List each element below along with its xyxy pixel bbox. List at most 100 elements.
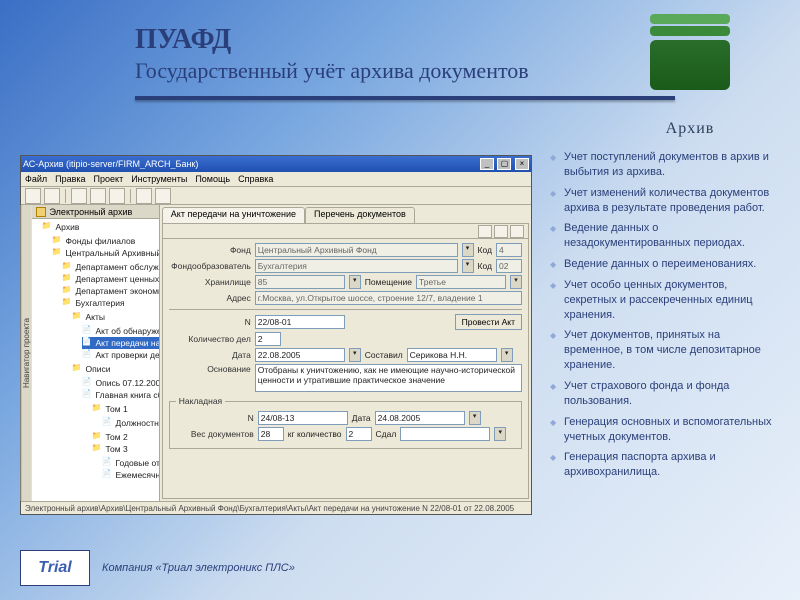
sdal-input[interactable] <box>400 427 490 441</box>
tree-node[interactable]: Департамент экономического прогнозирован… <box>62 285 159 297</box>
tree-node[interactable]: Бухгалтерия <box>62 297 159 309</box>
toolbar-button[interactable] <box>44 188 60 204</box>
hran-input[interactable]: 85 <box>255 275 345 289</box>
dropdown-icon[interactable]: ▾ <box>462 243 474 257</box>
pom-label: Помещение <box>365 277 412 287</box>
nakl-n-input[interactable]: 24/08-13 <box>258 411 348 425</box>
date-input[interactable]: 22.08.2005 <box>255 348 345 362</box>
menu-tools[interactable]: Инструменты <box>131 174 187 184</box>
addr-label: Адрес <box>169 293 251 303</box>
osn-input[interactable]: Отобраны к уничтожению, как не имеющие н… <box>255 364 522 392</box>
kod2-input[interactable]: 02 <box>496 259 522 273</box>
tree-item[interactable]: Акт проверки дел фонда N 24-08/01 от 24.… <box>82 349 159 361</box>
run-act-button[interactable]: Провести Акт <box>455 314 522 330</box>
toolbar-button[interactable] <box>155 188 171 204</box>
toolbar-button[interactable] <box>90 188 106 204</box>
panel-button[interactable] <box>478 225 492 238</box>
tab-docs[interactable]: Перечень документов <box>305 207 415 223</box>
slide-footer: Trial Компания «Триал электроникс ПЛС» <box>20 550 295 586</box>
tree-item[interactable]: Годовые отчеты по выплатам налогов в бюд… <box>102 457 159 469</box>
status-bar: Электронный архив\Архив\Центральный Архи… <box>21 501 531 514</box>
tree-node[interactable]: Департамент ценных бумаг <box>62 273 159 285</box>
folder-icon <box>36 207 46 217</box>
content-panel: Акт передачи на уничтожение Перечень док… <box>160 205 531 501</box>
dropdown-icon[interactable]: ▾ <box>501 348 513 362</box>
dropdown-icon[interactable]: ▾ <box>462 259 474 273</box>
panel-toolbar <box>163 224 528 239</box>
tree-node-opisi[interactable]: Описи <box>72 363 159 375</box>
ves-unit: кг количество <box>288 429 342 439</box>
tree-node[interactable]: Департамент обслуживания юридических лиц… <box>62 261 159 273</box>
books-icon <box>650 40 730 90</box>
toolbar-button[interactable] <box>136 188 152 204</box>
dropdown-icon[interactable]: ▾ <box>349 275 361 289</box>
kod-input[interactable]: 4 <box>496 243 522 257</box>
tree-item[interactable]: Ежемесячные расчетычаи по расчетному сче… <box>102 469 159 481</box>
form-panel: Фонд Центральный Архивный Фонд ▾ Код 4 Ф… <box>162 223 529 499</box>
fobr-input[interactable]: Бухгалтерия <box>255 259 458 273</box>
sost-input[interactable]: Серикова Н.Н. <box>407 348 497 362</box>
nakl-legend: Накладная <box>176 396 225 406</box>
toolbar-button[interactable] <box>109 188 125 204</box>
ves-input[interactable]: 28 <box>258 427 284 441</box>
panel-button[interactable] <box>494 225 508 238</box>
n-label: N <box>169 317 251 327</box>
slide-title: ПУАФД <box>135 24 675 56</box>
menu-edit[interactable]: Правка <box>55 174 85 184</box>
bullet: Учет поступлений документов в архив и вы… <box>550 150 780 180</box>
tree-node-root[interactable]: Архив <box>42 221 159 233</box>
fond-label: Фонд <box>169 245 251 255</box>
tree-node[interactable]: Том 3 <box>92 443 159 455</box>
content-tabs: Акт передачи на уничтожение Перечень док… <box>162 207 529 223</box>
tree-item[interactable]: Акт об обнаружении N 25/08-01 от 25.08.2… <box>82 325 159 337</box>
toolbar-button[interactable] <box>71 188 87 204</box>
company-name: Компания «Триал электроникс ПЛС» <box>102 562 295 574</box>
calendar-icon[interactable]: ▾ <box>469 411 481 425</box>
menu-help[interactable]: Помощь <box>195 174 230 184</box>
tree-node[interactable]: Том 1 <box>92 403 159 415</box>
nakl-date-input[interactable]: 24.08.2005 <box>375 411 465 425</box>
sdal-label: Сдал <box>376 429 397 439</box>
tree-item[interactable]: Главная книга сберегательного банка за 2… <box>82 389 159 401</box>
bullet: Ведение данных о незадокументированных п… <box>550 221 780 251</box>
menu-project[interactable]: Проект <box>94 174 124 184</box>
navigator-sidebar-tab[interactable]: Навигатор проекта <box>21 205 32 501</box>
menu-bar: Файл Правка Проект Инструменты Помощь Сп… <box>21 172 531 187</box>
fobr-label: Фондообразователь <box>169 261 251 271</box>
panel-button[interactable] <box>510 225 524 238</box>
menu-file[interactable]: Файл <box>25 174 47 184</box>
dropdown-icon[interactable]: ▾ <box>510 275 522 289</box>
pom-input[interactable]: Третье <box>416 275 506 289</box>
menu-about[interactable]: Справка <box>238 174 273 184</box>
n-input[interactable]: 22/08-01 <box>255 315 345 329</box>
window-titlebar[interactable]: АС-Архив (itipio-server/FIRM_ARCH_Банк) … <box>21 156 531 172</box>
tree-item[interactable]: Опись 07.12.2005 <box>82 377 159 389</box>
toolbar-button[interactable] <box>25 188 41 204</box>
tree-node[interactable]: Центральный Архивный Фонд <box>52 247 159 259</box>
sost-label: Составил <box>365 350 403 360</box>
tree-node[interactable]: Том 2 <box>92 431 159 443</box>
ves-qty-input[interactable]: 2 <box>346 427 372 441</box>
bullet: Ведение данных о переименованиях. <box>550 257 780 272</box>
nakl-date-label: Дата <box>352 413 371 423</box>
tree-node[interactable]: Фонды филиалов <box>52 235 159 247</box>
tree-panel: Электронный архив Архив Фонды филиалов Ц… <box>32 205 160 501</box>
close-button[interactable]: × <box>515 158 529 170</box>
qty-input[interactable]: 2 <box>255 332 281 346</box>
maximize-button[interactable]: ▢ <box>497 158 511 170</box>
window-controls: _ ▢ × <box>479 158 529 170</box>
bullet: Учет документов, принятых на временное, … <box>550 328 780 373</box>
bullet: Учет изменений количества документов арх… <box>550 186 780 216</box>
tree-node-akty[interactable]: Акты <box>72 311 159 323</box>
osn-label: Основание <box>169 364 251 374</box>
archive-logo-label: Архив <box>640 120 740 138</box>
kod-label: Код <box>478 245 492 255</box>
minimize-button[interactable]: _ <box>480 158 494 170</box>
tree-item-selected[interactable]: Акт передачи на уничтожение N 22/08-01 о… <box>82 337 159 349</box>
dropdown-icon[interactable]: ▾ <box>494 427 506 441</box>
tree-item[interactable]: Должностная инструкция Главного бухгалте… <box>102 417 159 429</box>
calendar-icon[interactable]: ▾ <box>349 348 361 362</box>
bullet: Генерация паспорта архива и архивохранил… <box>550 450 780 480</box>
fond-input[interactable]: Центральный Архивный Фонд <box>255 243 458 257</box>
tab-act[interactable]: Акт передачи на уничтожение <box>162 207 305 223</box>
